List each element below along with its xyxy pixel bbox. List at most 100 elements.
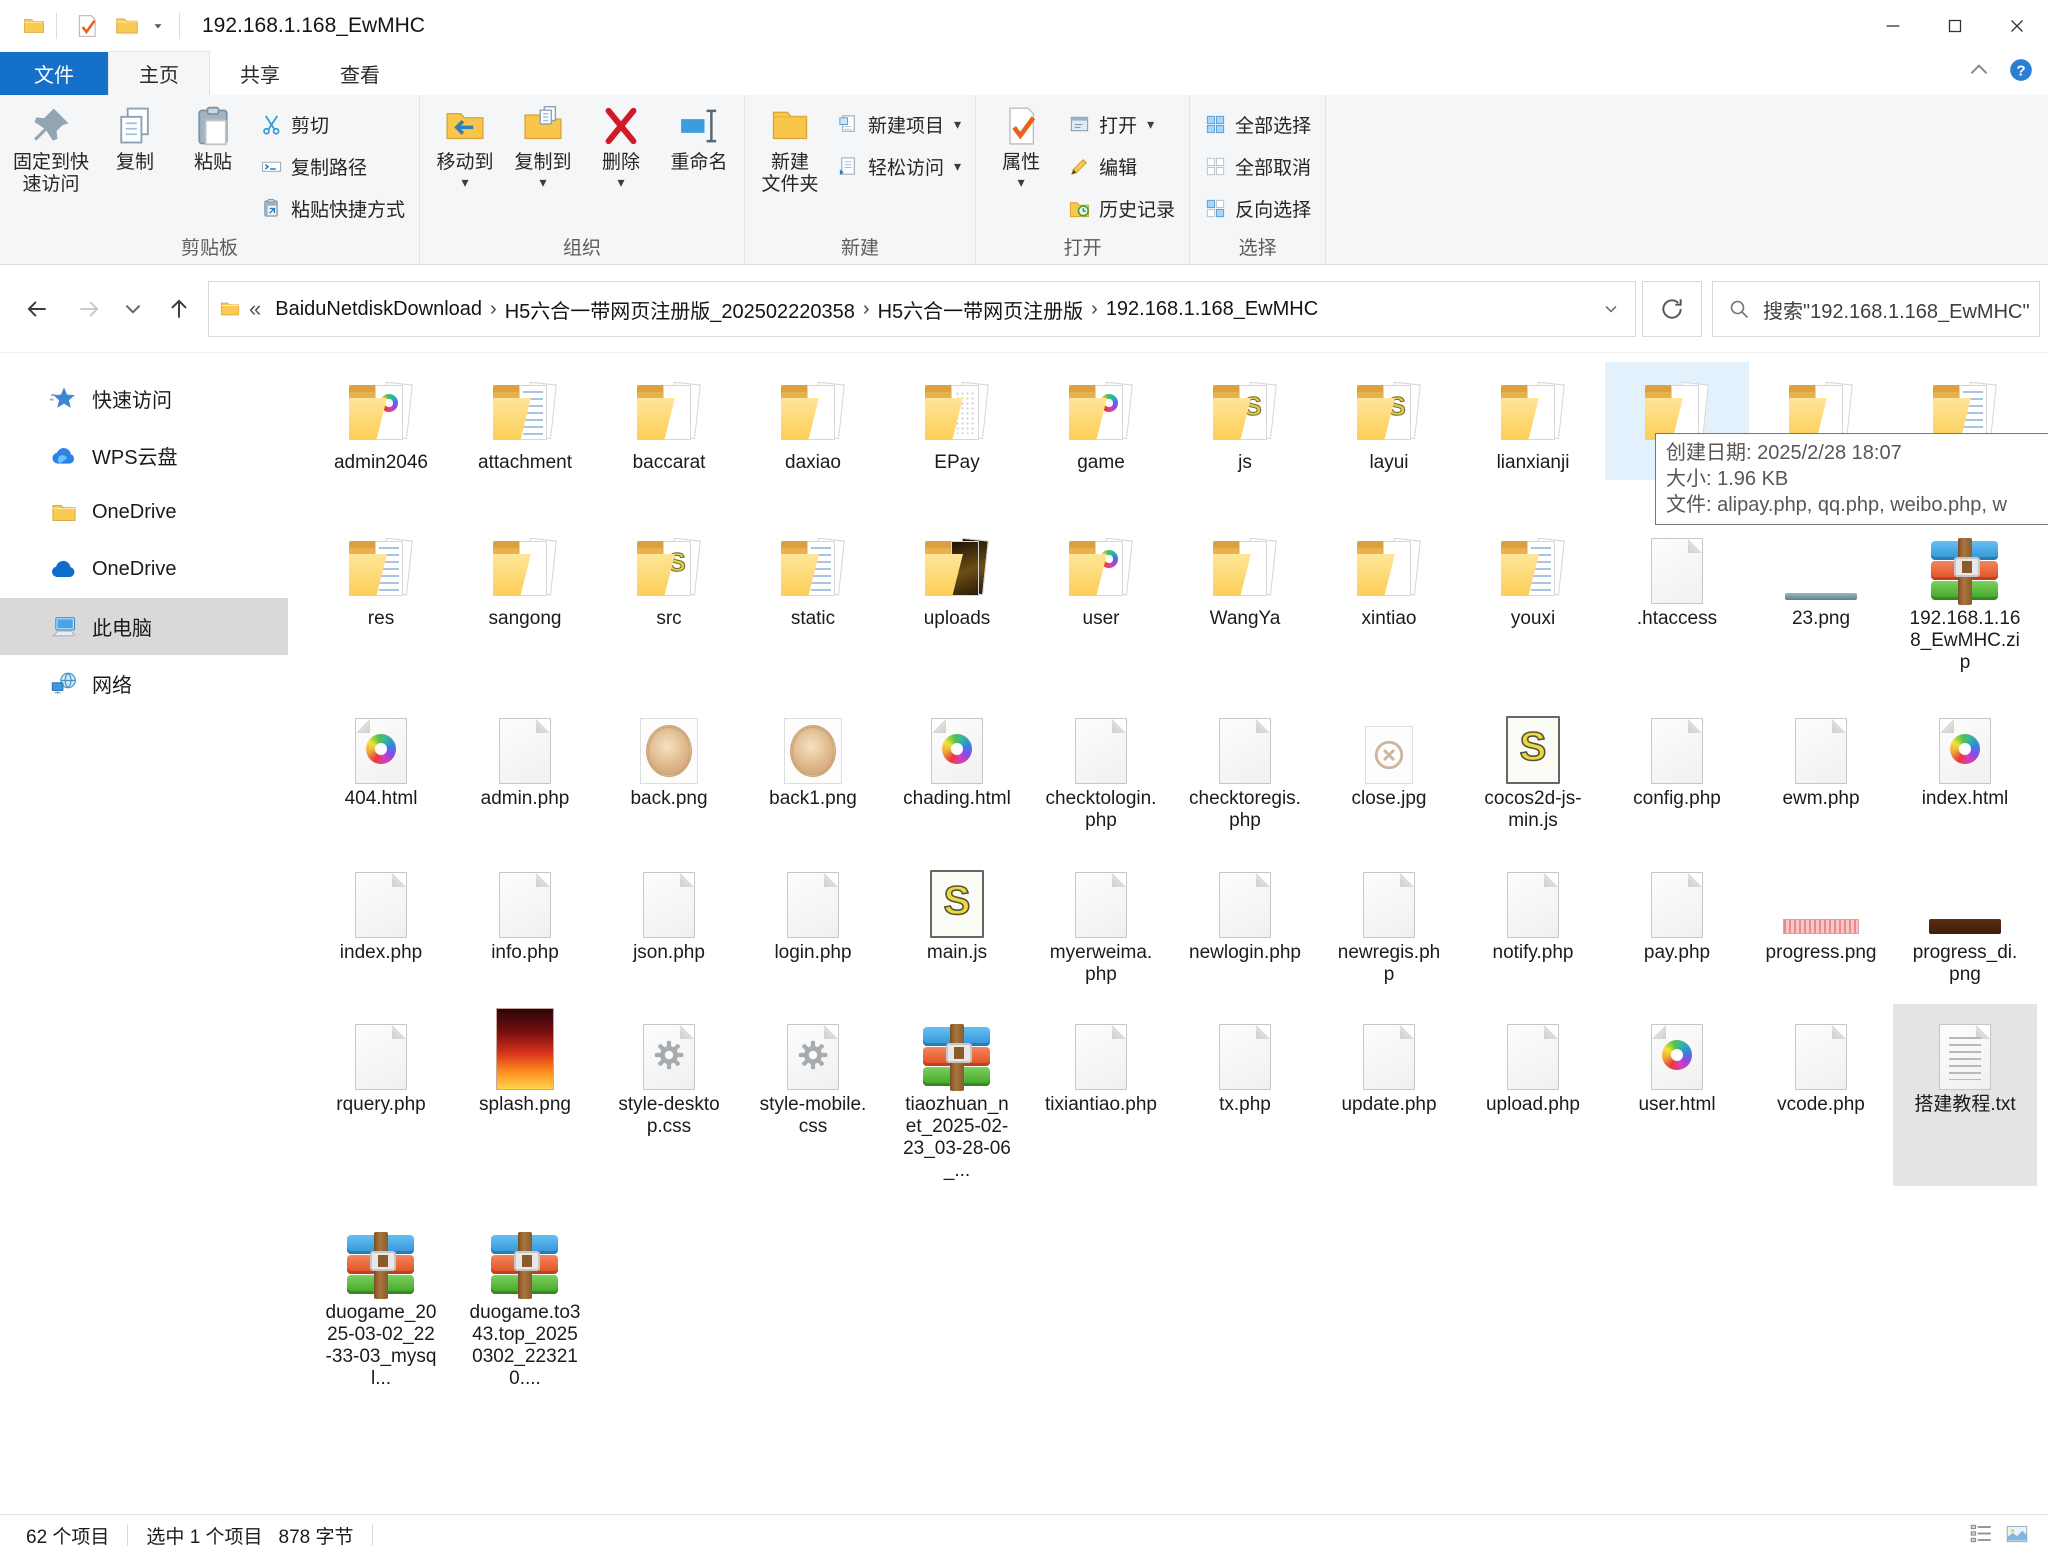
file-item-login.php[interactable]: login.php	[741, 852, 885, 990]
forward-button[interactable]	[68, 288, 110, 330]
file-item-progress_di.png[interactable]: progress_di.png	[1893, 852, 2037, 990]
sidebar-item-快速访问[interactable]: 快速访问	[0, 370, 288, 427]
file-item-23.png[interactable]: 23.png	[1749, 518, 1893, 678]
file-item-搭建教程.txt[interactable]: 搭建教程.txt	[1893, 1004, 2037, 1186]
properties-button[interactable]: 属性 ▾	[982, 97, 1060, 188]
file-item-index.html[interactable]: index.html	[1893, 698, 2037, 836]
file-item-vcode.php[interactable]: vcode.php	[1749, 1004, 1893, 1186]
file-item-myerweima.php[interactable]: myerweima.php	[1029, 852, 1173, 990]
file-item-update.php[interactable]: update.php	[1317, 1004, 1461, 1186]
file-item-newlogin.php[interactable]: newlogin.php	[1173, 852, 1317, 990]
file-item-progress.png[interactable]: progress.png	[1749, 852, 1893, 990]
folder-item-xintiao[interactable]: xintiao	[1317, 518, 1461, 678]
paste-button[interactable]: 粘贴	[174, 97, 252, 174]
move-to-button[interactable]: 移动到 ▾	[426, 97, 504, 188]
file-item-tixiantiao.php[interactable]: tixiantiao.php	[1029, 1004, 1173, 1186]
pin-to-quick-access-button[interactable]: 固定到快 速访问	[6, 97, 96, 196]
rename-button[interactable]: 重命名	[660, 97, 738, 174]
file-item-tiaozhuan_net_2025-02-23_03-28-06_...[interactable]: tiaozhuan_net_2025-02-23_03-28-06_...	[885, 1004, 1029, 1186]
file-item-ewm.php[interactable]: ewm.php	[1749, 698, 1893, 836]
folder-item-lianxianji[interactable]: lianxianji	[1461, 362, 1605, 480]
folder-item-WangYa[interactable]: WangYa	[1173, 518, 1317, 678]
open-button[interactable]: 打开 ▾	[1060, 103, 1183, 145]
folder-item-admin2046[interactable]: admin2046	[309, 362, 453, 480]
file-item-info.php[interactable]: info.php	[453, 852, 597, 990]
address-dropdown-icon[interactable]	[1601, 299, 1621, 319]
close-button[interactable]	[1986, 0, 2048, 52]
file-item-index.php[interactable]: index.php	[309, 852, 453, 990]
file-item-duogame_2025-03-02_22-33-03_mysql...[interactable]: duogame_2025-03-02_22-33-03_mysql...	[309, 1212, 453, 1394]
file-item-notify.php[interactable]: notify.php	[1461, 852, 1605, 990]
cut-button[interactable]: 剪切	[252, 103, 413, 145]
tab-share[interactable]: 共享	[210, 52, 310, 95]
search-box[interactable]: 搜索"192.168.1.168_EwMHC"	[1712, 281, 2040, 337]
address-bar[interactable]: « BaiduNetdiskDownload › H5六合一带网页注册版_202…	[208, 281, 1636, 337]
folder-item-uploads[interactable]: uploads	[885, 518, 1029, 678]
file-item-checktoregis.php[interactable]: checktoregis.php	[1173, 698, 1317, 836]
new-item-button[interactable]: 新建项目 ▾	[829, 103, 969, 145]
sidebar-item-网络[interactable]: 网络	[0, 655, 288, 712]
file-item-duogame.to343.top_20250302_223210....[interactable]: duogame.to343.top_20250302_223210....	[453, 1212, 597, 1394]
quick-access-properties-icon[interactable]	[74, 13, 100, 39]
file-item-json.php[interactable]: json.php	[597, 852, 741, 990]
file-item-admin.php[interactable]: admin.php	[453, 698, 597, 836]
tab-file[interactable]: 文件	[0, 52, 108, 95]
quick-access-newfolder-icon[interactable]	[114, 13, 140, 39]
sidebar-item-OneDrive[interactable]: OneDrive	[0, 541, 288, 598]
file-item-rquery.php[interactable]: rquery.php	[309, 1004, 453, 1186]
refresh-button[interactable]	[1642, 281, 1702, 337]
file-item-config.php[interactable]: config.php	[1605, 698, 1749, 836]
easy-access-button[interactable]: 轻松访问 ▾	[829, 145, 969, 187]
paste-shortcut-button[interactable]: 粘贴快捷方式	[252, 187, 413, 229]
file-item-checktologin.php[interactable]: checktologin.php	[1029, 698, 1173, 836]
copy-button[interactable]: 复制	[96, 97, 174, 174]
file-item-192.168.1.168_EwMHC.zip[interactable]: 192.168.1.168_EwMHC.zip	[1893, 518, 2037, 678]
folder-item-attachment[interactable]: attachment	[453, 362, 597, 480]
folder-item-game[interactable]: game	[1029, 362, 1173, 480]
file-item-style-mobile.css[interactable]: style-mobile.css	[741, 1004, 885, 1186]
minimize-button[interactable]	[1862, 0, 1924, 52]
folder-item-res[interactable]: res	[309, 518, 453, 678]
edit-button[interactable]: 编辑	[1060, 145, 1183, 187]
sidebar-item-OneDrive[interactable]: OneDrive	[0, 484, 288, 541]
folder-item-youxi[interactable]: youxi	[1461, 518, 1605, 678]
file-item-user.html[interactable]: user.html	[1605, 1004, 1749, 1186]
sidebar-item-WPS云盘[interactable]: WPS云盘	[0, 427, 288, 484]
history-button[interactable]: 历史记录	[1060, 187, 1183, 229]
folder-item-static[interactable]: static	[741, 518, 885, 678]
folder-item-baccarat[interactable]: baccarat	[597, 362, 741, 480]
thumbnail-view-icon[interactable]	[2004, 1521, 2030, 1547]
file-item-404.html[interactable]: 404.html	[309, 698, 453, 836]
invert-selection-button[interactable]: 反向选择	[1196, 187, 1319, 229]
file-item-back1.png[interactable]: back1.png	[741, 698, 885, 836]
file-item-.htaccess[interactable]: .htaccess	[1605, 518, 1749, 678]
copy-to-button[interactable]: 复制到 ▾	[504, 97, 582, 188]
folder-item-src[interactable]: Ssrc	[597, 518, 741, 678]
breadcrumb-item[interactable]: 192.168.1.168_EwMHC	[1098, 298, 1326, 321]
sidebar-item-此电脑[interactable]: 此电脑	[0, 598, 288, 655]
crumb-overflow[interactable]: «	[249, 296, 261, 322]
file-item-main.js[interactable]: Smain.js	[885, 852, 1029, 990]
details-view-icon[interactable]	[1968, 1521, 1994, 1547]
breadcrumb-item[interactable]: H5六合一带网页注册版_202502220358	[497, 295, 863, 324]
tab-view[interactable]: 查看	[310, 52, 410, 95]
collapse-ribbon-icon[interactable]	[1966, 57, 1992, 83]
folder-item-user[interactable]: user	[1029, 518, 1173, 678]
file-item-style-desktop.css[interactable]: style-desktop.css	[597, 1004, 741, 1186]
select-none-button[interactable]: 全部取消	[1196, 145, 1319, 187]
breadcrumb-item[interactable]: H5六合一带网页注册版	[870, 295, 1092, 324]
recent-locations-button[interactable]	[116, 288, 150, 330]
quick-access-caret-icon[interactable]	[151, 19, 165, 33]
file-item-cocos2d-js-min.js[interactable]: Scocos2d-js-min.js	[1461, 698, 1605, 836]
maximize-button[interactable]	[1924, 0, 1986, 52]
file-item-splash.png[interactable]: splash.png	[453, 1004, 597, 1186]
folder-item-js[interactable]: Sjs	[1173, 362, 1317, 480]
folder-item-sangong[interactable]: sangong	[453, 518, 597, 678]
help-icon[interactable]: ?	[2008, 57, 2034, 83]
breadcrumb-item[interactable]: BaiduNetdiskDownload	[267, 298, 490, 321]
file-item-back.png[interactable]: back.png	[597, 698, 741, 836]
file-item-upload.php[interactable]: upload.php	[1461, 1004, 1605, 1186]
up-button[interactable]	[158, 288, 200, 330]
copy-path-button[interactable]: 复制路径	[252, 145, 413, 187]
folder-item-layui[interactable]: Slayui	[1317, 362, 1461, 480]
